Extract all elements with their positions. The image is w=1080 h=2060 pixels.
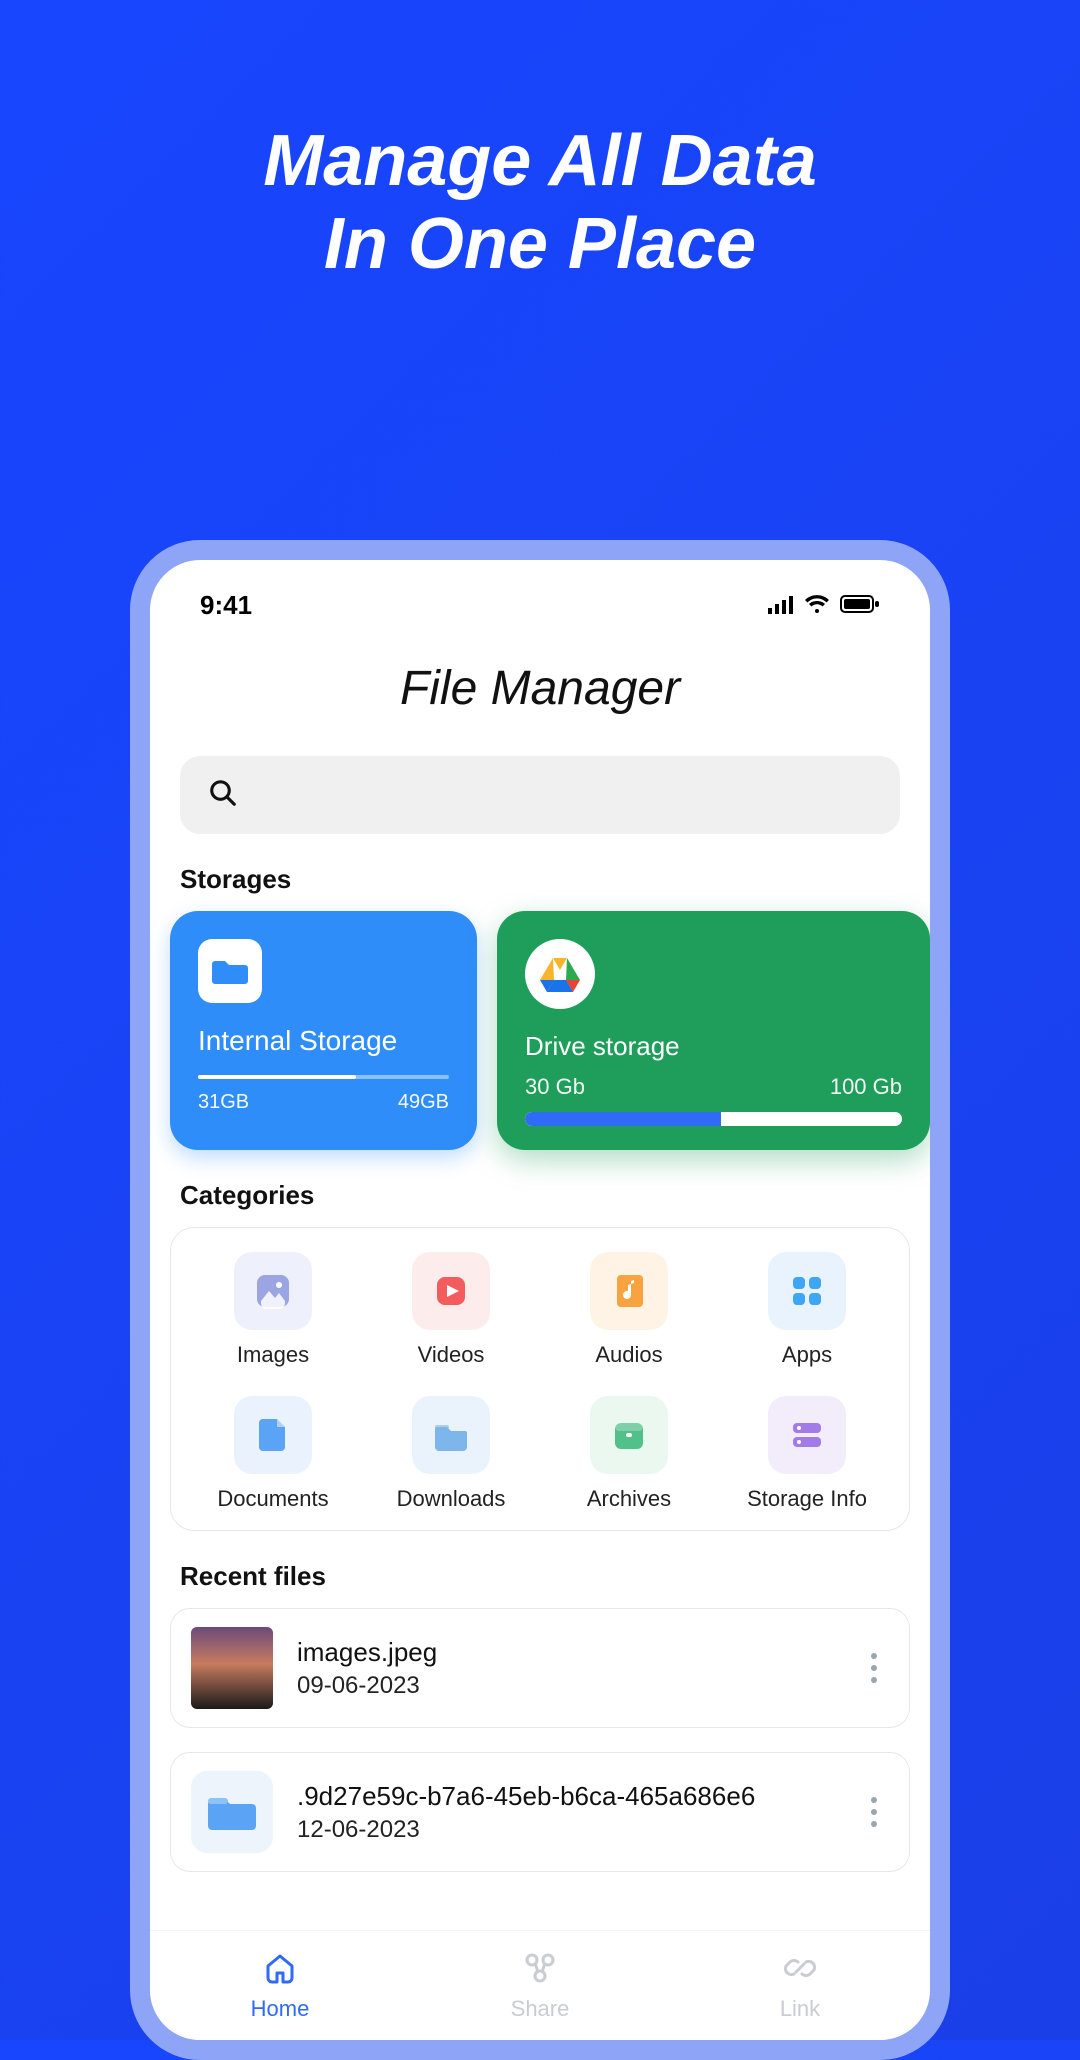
nav-label: Home <box>251 1996 310 2022</box>
storages-heading: Storages <box>180 864 900 895</box>
nav-label: Link <box>780 1996 820 2022</box>
recent-text: images.jpeg 09-06-2023 <box>297 1637 859 1700</box>
folder-thumb-icon <box>191 1771 273 1853</box>
drive-icon <box>525 939 595 1009</box>
kebab-icon[interactable] <box>859 1653 889 1683</box>
categories-panel: Images Videos Audios Apps Documents Downloads… <box>170 1227 910 1531</box>
signal-icon <box>768 590 794 621</box>
category-images[interactable]: Images <box>189 1252 357 1368</box>
storage-drive-bar <box>525 1112 902 1126</box>
category-audios[interactable]: Audios <box>545 1252 713 1368</box>
category-label: Documents <box>189 1486 357 1512</box>
hero-line-2: In One Place <box>0 203 1080 286</box>
storage-internal-bar <box>198 1075 449 1079</box>
nav-home[interactable]: Home <box>150 1931 410 2040</box>
recent-date: 12-06-2023 <box>297 1816 859 1844</box>
videos-icon <box>412 1252 490 1330</box>
storage-card-internal[interactable]: Internal Storage 31GB 49GB <box>170 911 477 1150</box>
documents-icon <box>234 1396 312 1474</box>
status-bar: 9:41 <box>150 560 930 621</box>
category-downloads[interactable]: Downloads <box>367 1396 535 1512</box>
storage-card-drive[interactable]: Drive storage 30 Gb 100 Gb <box>497 911 930 1150</box>
nav-label: Share <box>511 1996 570 2022</box>
recent-text: .9d27e59c-b7a6-45eb-b6ca-465a686e6 12-06-… <box>297 1781 859 1844</box>
kebab-icon[interactable] <box>859 1797 889 1827</box>
storage-internal-used: 31GB <box>198 1091 249 1114</box>
image-thumb <box>191 1627 273 1709</box>
status-right <box>768 590 880 621</box>
app-title: File Manager <box>150 661 930 716</box>
category-storage[interactable]: Storage Info <box>723 1396 891 1512</box>
folder-icon <box>198 939 262 1003</box>
category-documents[interactable]: Documents <box>189 1396 357 1512</box>
storage-drive-name: Drive storage <box>525 1031 902 1062</box>
storage-drive-total: 100 Gb <box>830 1074 902 1100</box>
search-input[interactable] <box>180 756 900 834</box>
home-icon <box>262 1950 298 1992</box>
link-icon <box>782 1950 818 1992</box>
wifi-icon <box>804 590 830 621</box>
hero-line-1: Manage All Data <box>0 120 1080 203</box>
status-time: 9:41 <box>200 590 252 621</box>
category-label: Audios <box>545 1342 713 1368</box>
downloads-icon <box>412 1396 490 1474</box>
archives-icon <box>590 1396 668 1474</box>
category-archives[interactable]: Archives <box>545 1396 713 1512</box>
category-label: Storage Info <box>723 1486 891 1512</box>
search-icon <box>208 778 238 813</box>
category-label: Apps <box>723 1342 891 1368</box>
recent-heading: Recent files <box>180 1561 900 1592</box>
category-label: Downloads <box>367 1486 535 1512</box>
nav-share[interactable]: Share <box>410 1931 670 2040</box>
storage-internal-total: 49GB <box>398 1091 449 1114</box>
recent-date: 09-06-2023 <box>297 1672 859 1700</box>
recent-item[interactable]: images.jpeg 09-06-2023 <box>170 1608 910 1728</box>
storage-row: Internal Storage 31GB 49GB Drive storage… <box>150 911 930 1150</box>
battery-icon <box>840 590 880 621</box>
storage-internal-name: Internal Storage <box>198 1025 449 1057</box>
recent-item[interactable]: .9d27e59c-b7a6-45eb-b6ca-465a686e6 12-06-… <box>170 1752 910 1872</box>
recent-name: .9d27e59c-b7a6-45eb-b6ca-465a686e6 <box>297 1781 859 1812</box>
category-videos[interactable]: Videos <box>367 1252 535 1368</box>
category-label: Archives <box>545 1486 713 1512</box>
hero-title: Manage All Data In One Place <box>0 120 1080 286</box>
category-label: Videos <box>367 1342 535 1368</box>
images-icon <box>234 1252 312 1330</box>
bottom-nav: Home Share Link <box>150 1930 930 2040</box>
storage-drive-used: 30 Gb <box>525 1074 585 1100</box>
storage-icon <box>768 1396 846 1474</box>
recent-name: images.jpeg <box>297 1637 859 1668</box>
category-apps[interactable]: Apps <box>723 1252 891 1368</box>
audios-icon <box>590 1252 668 1330</box>
apps-icon <box>768 1252 846 1330</box>
nav-link[interactable]: Link <box>670 1931 930 2040</box>
category-label: Images <box>189 1342 357 1368</box>
categories-heading: Categories <box>180 1180 900 1211</box>
phone-frame: 9:41 File Manager Storages Internal Stor… <box>130 540 950 2060</box>
share-icon <box>522 1950 558 1992</box>
